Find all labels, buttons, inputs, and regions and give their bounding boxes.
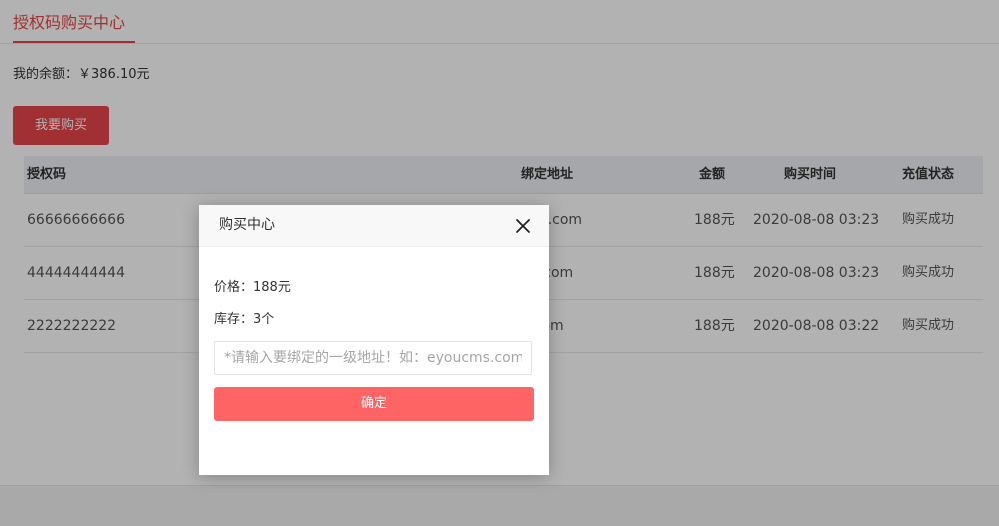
price-text: 价格：188元 — [214, 280, 291, 295]
confirm-button[interactable]: 确定 — [214, 387, 534, 421]
bind-address-input[interactable] — [214, 341, 532, 375]
page: 授权码购买中心 我的余额：￥386.10元 我要购买 授权码 绑定地址 金额 购… — [0, 0, 999, 526]
close-icon[interactable] — [514, 217, 532, 235]
purchase-modal: 购买中心 价格：188元 库存：3个 确定 — [199, 205, 549, 475]
modal-header: 购买中心 — [199, 205, 549, 247]
stock-text: 库存：3个 — [214, 312, 275, 327]
modal-title: 购买中心 — [219, 217, 275, 233]
